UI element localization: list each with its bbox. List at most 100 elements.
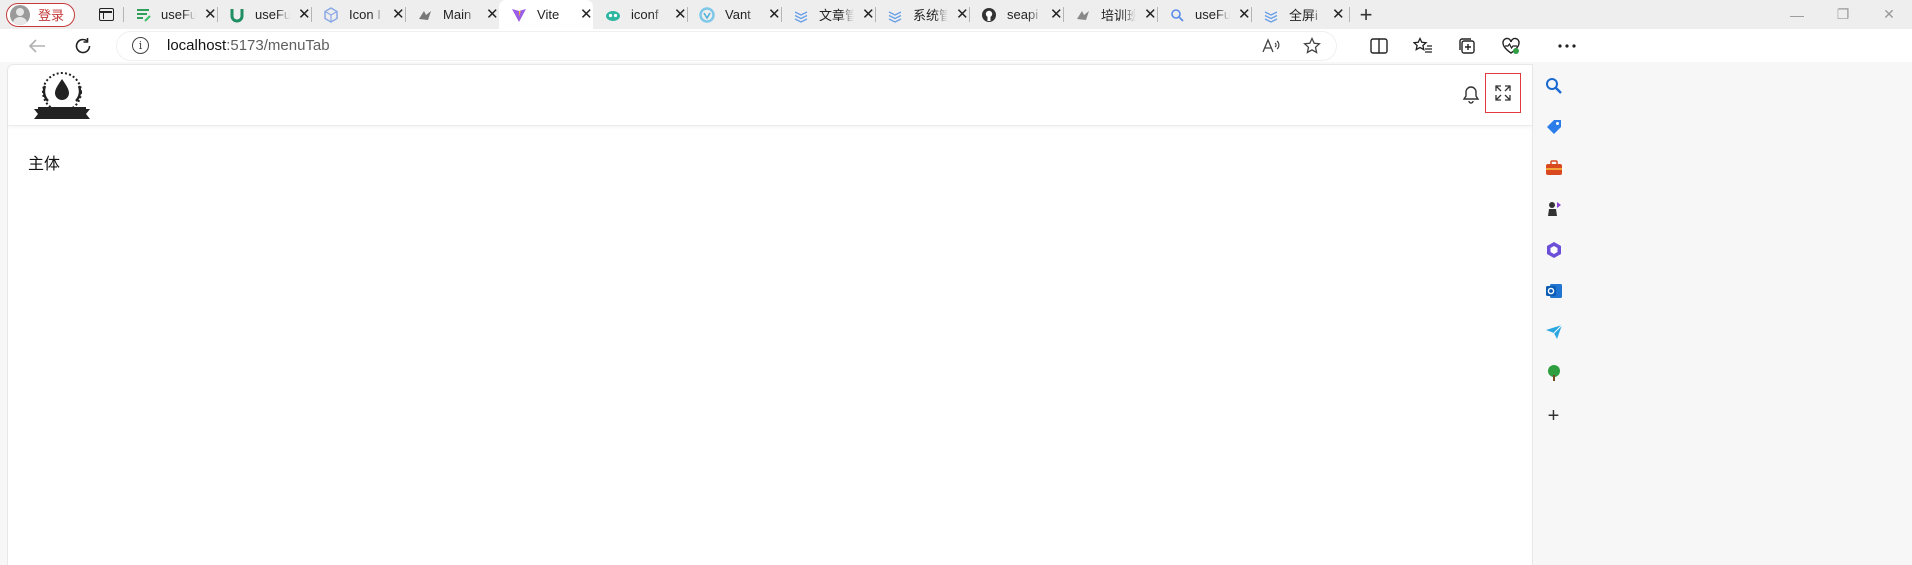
tab-title: useFu	[1195, 7, 1230, 22]
close-tab-icon[interactable]: ✕	[1332, 7, 1345, 22]
tab-title: 培训班	[1101, 8, 1136, 23]
url-host: localhost	[167, 37, 227, 54]
favorite-star-button[interactable]	[1297, 33, 1327, 59]
restore-button[interactable]: ❐	[1820, 0, 1866, 29]
main-body-text: 主体	[28, 154, 61, 173]
close-tab-icon[interactable]: ✕	[956, 7, 969, 22]
split-screen-button[interactable]	[1357, 31, 1401, 61]
paper-plane-icon	[1545, 324, 1562, 339]
close-tab-icon[interactable]: ✕	[580, 7, 593, 22]
sidebar-games-button[interactable]	[1544, 199, 1563, 218]
notification-bell-button[interactable]	[1460, 83, 1482, 107]
shopping-tag-icon	[1546, 119, 1561, 134]
vant-icon	[699, 6, 715, 23]
browser-tab[interactable]: useFu ✕	[217, 0, 311, 29]
sidebar-tree-button[interactable]	[1544, 363, 1563, 382]
address-bar[interactable]: i localhost:5173/menuTab	[116, 30, 1337, 61]
element-plus-icon	[417, 7, 433, 23]
browser-tab[interactable]: useFu ✕	[123, 0, 217, 29]
close-tab-icon[interactable]: ✕	[674, 7, 687, 22]
more-dots-icon	[1558, 43, 1576, 48]
tab-title: 文章管	[819, 8, 854, 23]
tab-strip: 登录 useFu ✕ useFu ✕ Icon I ✕ Main ✕ Vite ✕ iconf ✕ Va…	[0, 0, 1912, 29]
tab-title: 全屏i	[1289, 8, 1318, 23]
browser-tab[interactable]: Vite ✕	[499, 0, 594, 29]
collections-icon	[1459, 37, 1475, 54]
reload-button[interactable]	[66, 31, 100, 61]
browser-essentials-button[interactable]	[1489, 31, 1533, 61]
search-icon	[1169, 7, 1185, 23]
url-text[interactable]: localhost:5173/menuTab	[167, 37, 330, 54]
tab-title: 系统管	[913, 8, 948, 23]
split-screen-icon	[1370, 37, 1388, 54]
tab-title: seapi	[1007, 7, 1039, 22]
iconfont-icon	[605, 7, 621, 23]
cube-icon	[323, 6, 339, 23]
layers-icon	[887, 7, 903, 23]
read-aloud-icon	[1262, 37, 1280, 52]
browser-tab[interactable]: 系统管 ✕	[875, 0, 969, 29]
close-tab-icon[interactable]: ✕	[204, 7, 217, 22]
browser-toolbar: i localhost:5173/menuTab	[0, 29, 1912, 62]
browser-tab[interactable]: Icon I ✕	[311, 0, 405, 29]
collections-button[interactable]	[1445, 31, 1489, 61]
sidebar-search-button[interactable]	[1544, 76, 1563, 95]
search-icon	[1546, 78, 1562, 94]
favorites-button[interactable]	[1401, 31, 1445, 61]
settings-more-button[interactable]	[1545, 31, 1589, 61]
layers-icon	[793, 7, 809, 23]
tab-actions-button[interactable]	[89, 3, 123, 27]
close-tab-icon[interactable]: ✕	[1238, 7, 1251, 22]
element-plus-icon	[1075, 7, 1091, 23]
browser-tab[interactable]: seapi ✕	[969, 0, 1063, 29]
close-tab-icon[interactable]: ✕	[486, 7, 499, 22]
close-tab-icon[interactable]: ✕	[392, 7, 405, 22]
vite-icon	[511, 7, 527, 23]
read-aloud-button[interactable]	[1257, 33, 1287, 59]
sidebar-shopping-button[interactable]	[1544, 117, 1563, 136]
close-tab-icon[interactable]: ✕	[862, 7, 875, 22]
profile-button[interactable]: 登录	[6, 2, 76, 27]
sidebar-send-button[interactable]	[1544, 322, 1563, 341]
star-icon	[1303, 36, 1321, 54]
back-button[interactable]	[20, 31, 54, 61]
browser-tab[interactable]: Vant ✕	[687, 0, 781, 29]
url-path: :5173/menuTab	[226, 37, 330, 54]
new-tab-button[interactable]: +	[1349, 0, 1383, 29]
tab-title: useFu	[161, 7, 196, 22]
browser-tab[interactable]: 全屏i ✕	[1251, 0, 1345, 29]
browser-tab[interactable]: iconf ✕	[593, 0, 687, 29]
fullscreen-expand-icon	[1495, 85, 1511, 101]
sidebar-add-button[interactable]: +	[1544, 405, 1563, 427]
browser-tab[interactable]: 文章管 ✕	[781, 0, 875, 29]
outlook-icon	[1545, 283, 1562, 298]
tab-actions-icon	[98, 8, 114, 21]
u-logo-icon	[229, 7, 245, 23]
sidebar-outlook-button[interactable]	[1544, 281, 1563, 300]
window-controls: — ❐ ✕	[1774, 0, 1912, 29]
tab-title: useFu	[255, 7, 290, 22]
close-tab-icon[interactable]: ✕	[1050, 7, 1063, 22]
browser-tab[interactable]: Main ✕	[405, 0, 499, 29]
minimize-button[interactable]: —	[1774, 0, 1820, 29]
browser-tab[interactable]: useFu ✕	[1157, 0, 1251, 29]
logo-icon	[34, 72, 90, 119]
edge-sidebar: +	[1538, 62, 1568, 565]
heart-pulse-icon	[1502, 37, 1520, 54]
favorites-icon	[1413, 36, 1432, 53]
close-tab-icon[interactable]: ✕	[298, 7, 311, 22]
browser-tab[interactable]: 培训班 ✕	[1063, 0, 1157, 29]
reload-icon	[75, 37, 91, 53]
chess-piece-icon	[1547, 201, 1561, 216]
sidebar-copilot-button[interactable]	[1544, 240, 1563, 259]
close-tab-icon[interactable]: ✕	[768, 7, 781, 22]
tab-title: Vant	[725, 7, 751, 22]
sidebar-tools-button[interactable]	[1544, 158, 1563, 177]
lines-icon	[135, 7, 151, 23]
page-header	[8, 65, 1532, 126]
tab-list: useFu ✕ useFu ✕ Icon I ✕ Main ✕ Vite ✕ iconf ✕ Vant ✕…	[123, 0, 1345, 29]
close-tab-icon[interactable]: ✕	[1144, 7, 1157, 22]
fullscreen-button[interactable]	[1485, 73, 1521, 113]
site-info-icon[interactable]: i	[132, 37, 149, 54]
close-window-button[interactable]: ✕	[1866, 0, 1912, 29]
